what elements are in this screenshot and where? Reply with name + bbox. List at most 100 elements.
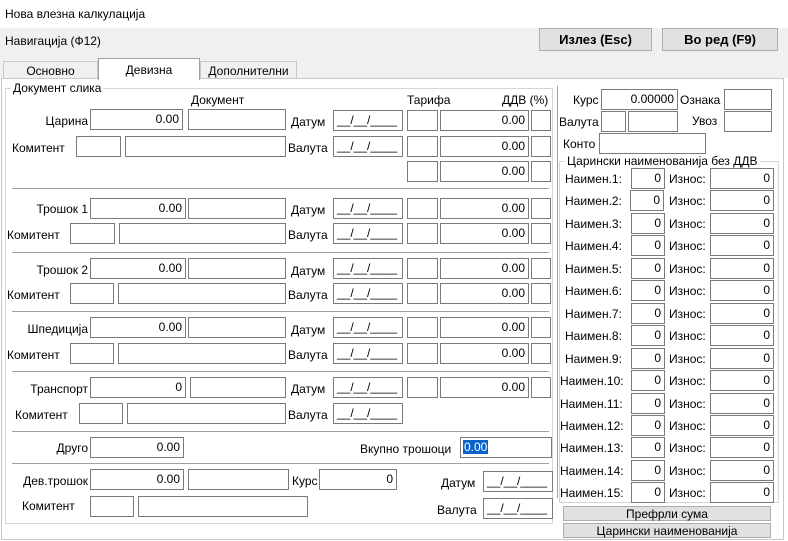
customs-name-amount-input-10[interactable]: 0 bbox=[710, 370, 774, 391]
customs-name-qty-input-14[interactable]: 0 bbox=[631, 460, 665, 481]
right-currency-code-input[interactable] bbox=[601, 111, 626, 132]
spedition-tariff-input-2[interactable] bbox=[407, 343, 438, 364]
cost1-vat-value-1[interactable]: 0.00 bbox=[440, 198, 529, 219]
customs-name-amount-input-7[interactable]: 0 bbox=[710, 303, 774, 324]
tab-dopolnitelni[interactable]: Дополнителни bbox=[200, 61, 297, 79]
devcost-rate-input[interactable]: 0 bbox=[319, 469, 397, 490]
navigation-label[interactable]: Навигација (Ф12) bbox=[5, 34, 101, 48]
spedition-vat-value-1[interactable]: 0.00 bbox=[440, 317, 529, 338]
customs-tariff-input-2[interactable] bbox=[407, 136, 438, 157]
transport-document-input[interactable] bbox=[190, 377, 286, 398]
devcost-date-input[interactable]: __/__/____ bbox=[483, 471, 553, 492]
customs-vat-value-3[interactable]: 0.00 bbox=[440, 161, 529, 182]
spedition-komitent-code-input[interactable] bbox=[70, 343, 114, 364]
devcost-document-input[interactable] bbox=[188, 469, 289, 490]
cost2-komitent-name-input[interactable] bbox=[118, 283, 286, 304]
customs-date-input[interactable]: __/__/____ bbox=[333, 110, 403, 131]
spedition-amount-input[interactable]: 0.00 bbox=[90, 317, 186, 338]
spedition-vat-pct-2[interactable] bbox=[531, 343, 551, 364]
customs-name-qty-input-2[interactable]: 0 bbox=[630, 190, 664, 211]
transport-tariff-input[interactable] bbox=[407, 377, 438, 398]
spedition-currency-date-input[interactable]: __/__/____ bbox=[333, 343, 403, 364]
customs-name-amount-input-5[interactable]: 0 bbox=[710, 258, 774, 279]
customs-name-amount-input-6[interactable]: 0 bbox=[710, 280, 774, 301]
cost1-document-input[interactable] bbox=[188, 198, 286, 219]
transport-komitent-name-input[interactable] bbox=[127, 403, 286, 424]
customs-name-amount-input-2[interactable]: 0 bbox=[710, 190, 774, 211]
cost2-tariff-input[interactable] bbox=[407, 258, 438, 279]
cost2-tariff-input-2[interactable] bbox=[407, 283, 438, 304]
tab-devizna[interactable]: Девизна bbox=[98, 58, 200, 80]
customs-name-qty-input-13[interactable]: 0 bbox=[631, 437, 665, 458]
customs-komitent-code-input[interactable] bbox=[76, 136, 121, 157]
cost2-vat-pct-1[interactable] bbox=[531, 258, 551, 279]
cost2-komitent-code-input[interactable] bbox=[70, 283, 114, 304]
cost2-vat-pct-2[interactable] bbox=[531, 283, 551, 304]
spedition-document-input[interactable] bbox=[188, 317, 286, 338]
cost1-vat-pct-2[interactable] bbox=[531, 223, 551, 244]
spedition-komitent-name-input[interactable] bbox=[118, 343, 286, 364]
cost2-vat-value-2[interactable]: 0.00 bbox=[440, 283, 529, 304]
transport-date-input[interactable]: __/__/____ bbox=[333, 377, 403, 398]
cost1-amount-input[interactable]: 0.00 bbox=[90, 198, 186, 219]
customs-name-qty-input-5[interactable]: 0 bbox=[631, 258, 665, 279]
tab-osnovno[interactable]: Основно bbox=[3, 61, 98, 79]
customs-name-qty-input-3[interactable]: 0 bbox=[631, 213, 665, 234]
customs-name-qty-input-7[interactable]: 0 bbox=[631, 303, 665, 324]
devcost-currency-date-input[interactable]: __/__/____ bbox=[483, 498, 553, 519]
devcost-amount-input[interactable]: 0.00 bbox=[90, 469, 184, 490]
devcost-komitent-name-input[interactable] bbox=[138, 496, 308, 517]
customs-name-qty-input-15[interactable]: 0 bbox=[631, 482, 665, 503]
cost2-currency-date-input[interactable]: __/__/____ bbox=[333, 283, 403, 304]
cost2-vat-value-1[interactable]: 0.00 bbox=[440, 258, 529, 279]
customs-tariff-input[interactable] bbox=[407, 110, 438, 131]
customs-name-qty-input-10[interactable]: 0 bbox=[631, 370, 665, 391]
customs-amount-input[interactable]: 0.00 bbox=[90, 109, 183, 130]
right-currency-name-input[interactable] bbox=[628, 111, 678, 132]
spedition-date-input[interactable]: __/__/____ bbox=[333, 317, 403, 338]
customs-currency-date-input[interactable]: __/__/____ bbox=[333, 136, 403, 157]
transport-vat-value[interactable]: 0.00 bbox=[440, 377, 529, 398]
total-costs-input[interactable]: 0.00 bbox=[460, 437, 552, 458]
cost1-tariff-input[interactable] bbox=[407, 198, 438, 219]
customs-name-qty-input-12[interactable]: 0 bbox=[631, 415, 665, 436]
customs-name-amount-input-9[interactable]: 0 bbox=[710, 348, 774, 369]
customs-vat-value-1[interactable]: 0.00 bbox=[440, 110, 529, 131]
customs-name-qty-input-8[interactable]: 0 bbox=[631, 325, 665, 346]
customs-name-amount-input-13[interactable]: 0 bbox=[710, 437, 774, 458]
right-rate-input[interactable]: 0.00000 bbox=[601, 89, 678, 110]
customs-name-qty-input-6[interactable]: 0 bbox=[631, 280, 665, 301]
customs-name-qty-input-9[interactable]: 0 bbox=[631, 348, 665, 369]
spedition-tariff-input[interactable] bbox=[407, 317, 438, 338]
customs-vat-pct-2[interactable] bbox=[531, 136, 551, 157]
customs-name-amount-input-8[interactable]: 0 bbox=[710, 325, 774, 346]
customs-vat-pct-1[interactable] bbox=[531, 110, 551, 131]
transport-amount-input[interactable]: 0 bbox=[90, 377, 186, 398]
customs-name-amount-input-11[interactable]: 0 bbox=[710, 393, 774, 414]
other-amount-input[interactable]: 0.00 bbox=[90, 437, 184, 458]
cost1-komitent-code-input[interactable] bbox=[70, 223, 115, 244]
cost2-amount-input[interactable]: 0.00 bbox=[90, 258, 186, 279]
customs-tariff-input-3[interactable] bbox=[407, 161, 438, 182]
customs-names-button[interactable]: Царински наименованија bbox=[563, 523, 771, 538]
right-mark-input[interactable] bbox=[724, 89, 772, 110]
customs-komitent-name-input[interactable] bbox=[125, 136, 286, 157]
customs-name-amount-input-1[interactable]: 0 bbox=[710, 168, 774, 189]
ok-button[interactable]: Во ред (F9) bbox=[662, 28, 778, 51]
transport-currency-date-input[interactable]: __/__/____ bbox=[333, 403, 403, 424]
cost1-tariff-input-2[interactable] bbox=[407, 223, 438, 244]
customs-name-qty-input-4[interactable]: 0 bbox=[631, 235, 665, 256]
cost1-vat-pct-1[interactable] bbox=[531, 198, 551, 219]
customs-name-qty-input-11[interactable]: 0 bbox=[631, 393, 665, 414]
transfer-sum-button[interactable]: Префрли сума bbox=[563, 506, 771, 521]
cost2-date-input[interactable]: __/__/____ bbox=[333, 258, 403, 279]
cost1-date-input[interactable]: __/__/____ bbox=[333, 198, 403, 219]
cost1-vat-value-2[interactable]: 0.00 bbox=[440, 223, 529, 244]
devcost-komitent-code-input[interactable] bbox=[90, 496, 134, 517]
cost1-komitent-name-input[interactable] bbox=[119, 223, 286, 244]
cost2-document-input[interactable] bbox=[188, 258, 286, 279]
customs-vat-value-2[interactable]: 0.00 bbox=[440, 136, 529, 157]
customs-name-amount-input-12[interactable]: 0 bbox=[710, 415, 774, 436]
transport-vat-pct[interactable] bbox=[531, 377, 551, 398]
right-konto-input[interactable] bbox=[599, 133, 706, 154]
